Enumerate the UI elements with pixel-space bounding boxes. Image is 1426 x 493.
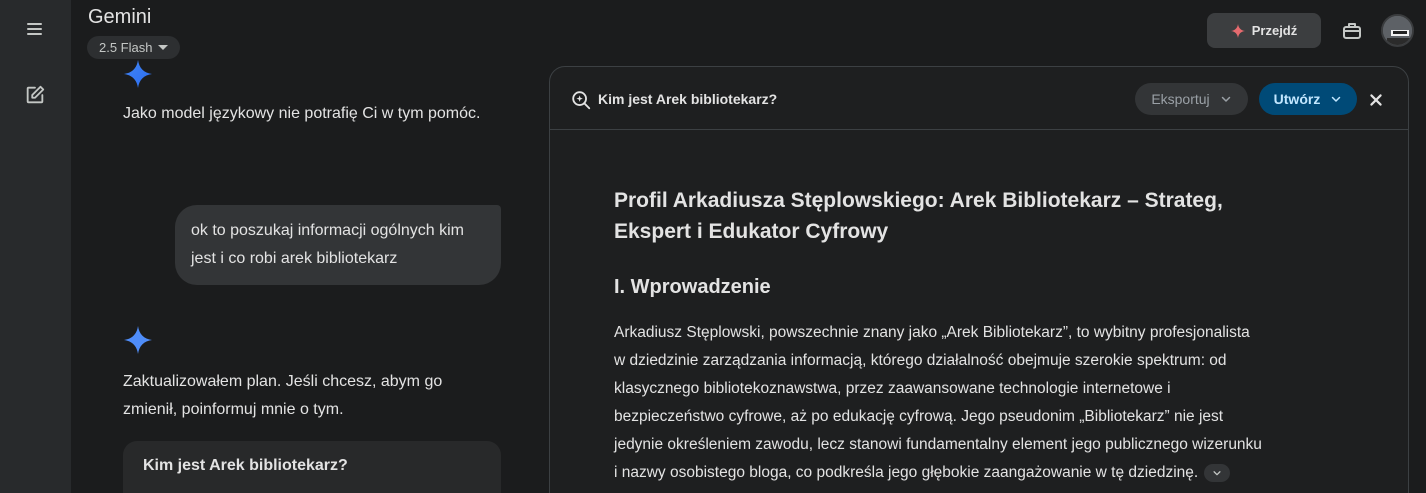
research-plan-card[interactable]: Kim jest Arek bibliotekarz? <box>123 441 501 493</box>
canvas-title: Kim jest Arek bibliotekarz? <box>598 91 778 107</box>
model-selector[interactable]: 2.5 Flash <box>87 36 181 59</box>
caret-down-icon <box>158 45 169 50</box>
chevron-down-icon <box>1332 96 1341 102</box>
report-canvas: Kim jest Arek bibliotekarz? Eksportuj Ut… <box>549 66 1409 493</box>
chevron-down-icon <box>1221 96 1230 102</box>
section-heading: I. Wprowadzenie <box>614 276 771 298</box>
toolbox-icon[interactable] <box>1340 18 1364 42</box>
canvas-header: Kim jest Arek bibliotekarz? Eksportuj Ut… <box>550 67 1408 130</box>
close-icon[interactable] <box>1365 89 1387 111</box>
create-button-label: Utwórz <box>1273 91 1321 107</box>
plan-card-title: Kim jest Arek bibliotekarz? <box>143 457 348 474</box>
sparkle-icon <box>1230 23 1245 38</box>
go-button[interactable]: Przejdź <box>1207 13 1321 48</box>
expand-sources-button[interactable] <box>1204 463 1231 482</box>
app-title: Gemini <box>88 6 152 28</box>
report-document: Profil Arkadiusza Stęplowskiego: Arek Bi… <box>614 185 1264 487</box>
create-button[interactable]: Utwórz <box>1259 83 1357 115</box>
model-message: Jako model językowy nie potrafię Ci w ty… <box>123 105 481 122</box>
deep-research-icon <box>572 91 591 110</box>
chevron-down-icon <box>1213 471 1221 476</box>
gemini-spark-icon <box>124 60 152 88</box>
doc-paragraph-text: Arkadiusz Stęplowski, powszechnie znany … <box>614 324 1262 481</box>
model-label: 2.5 Flash <box>99 40 153 55</box>
model-message: Zaktualizowałem plan. Jeśli chcesz, abym… <box>123 373 443 418</box>
export-button-label: Eksportuj <box>1151 91 1210 107</box>
user-message: ok to poszukaj informacji ogólnych kim j… <box>175 205 501 285</box>
export-button[interactable]: Eksportuj <box>1135 83 1248 115</box>
doc-heading: Profil Arkadiusza Stęplowskiego: Arek Bi… <box>614 189 1223 243</box>
gemini-spark-icon <box>124 326 152 354</box>
new-chat-icon[interactable] <box>24 84 46 106</box>
chat-panel: Jako model językowy nie potrafię Ci w ty… <box>71 60 549 493</box>
side-rail <box>0 0 71 493</box>
go-button-label: Przejdź <box>1251 23 1298 38</box>
avatar[interactable] <box>1381 14 1414 47</box>
menu-icon[interactable] <box>22 18 48 40</box>
doc-paragraph: Arkadiusz Stęplowski, powszechnie znany … <box>614 319 1264 487</box>
